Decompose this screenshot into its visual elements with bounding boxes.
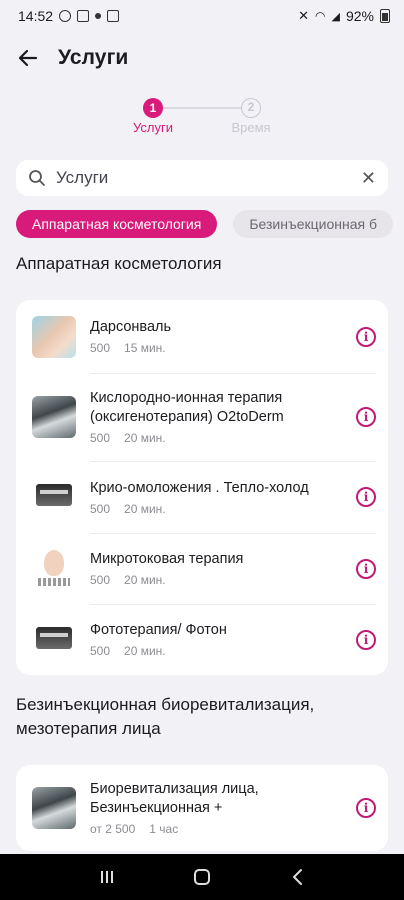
gallery-notification-icon	[77, 10, 90, 22]
step-time[interactable]: 2 Время	[211, 98, 291, 135]
signal-icon: ◢	[331, 10, 340, 23]
service-name: Дарсонваль	[90, 319, 172, 335]
list-item[interactable]: Биоревитализация лица, Безинъекционная +…	[16, 765, 388, 851]
step-number: 1	[143, 98, 163, 118]
service-price: 500	[90, 431, 111, 445]
service-name: Фототерапия/ Фотон	[90, 622, 227, 638]
category-chips: Аппаратная косметология Безинъекционная …	[0, 210, 404, 238]
service-duration: 20 мин.	[124, 644, 166, 658]
status-time: 14:52	[18, 8, 54, 24]
service-name: Биоревитализация лица, Безинъекционная +	[90, 781, 259, 816]
service-name: Крио-омоложения . Тепло-холод	[90, 479, 309, 496]
service-duration: 15 мин.	[124, 341, 166, 355]
home-button[interactable]	[182, 857, 222, 897]
list-item[interactable]: Микротоковая терапия 500 20 мин. i	[16, 533, 388, 604]
service-image	[32, 547, 76, 590]
service-duration: 20 мин.	[124, 501, 166, 516]
service-duration: 20 мин.	[124, 431, 166, 445]
page-title: Услуги	[58, 46, 129, 69]
recents-icon	[101, 871, 114, 883]
recents-button[interactable]	[87, 857, 127, 897]
search-input[interactable]: Услуги	[56, 168, 351, 188]
service-price: 500	[90, 644, 111, 658]
app-bar: Услуги	[0, 32, 404, 84]
battery-icon	[380, 9, 390, 23]
system-back-button[interactable]	[277, 857, 317, 897]
info-icon[interactable]: i	[356, 487, 376, 507]
step-number: 2	[241, 98, 261, 118]
list-item[interactable]: Фототерапия/ Фотон 500 20 мин. i	[16, 604, 388, 675]
info-icon[interactable]: i	[356, 558, 376, 579]
status-bar: 14:52 ✕ ◠ ◢ 92%	[0, 0, 404, 32]
home-icon	[193, 869, 210, 885]
service-duration: 20 мин.	[124, 573, 166, 587]
mute-icon: ✕	[298, 8, 310, 23]
service-price: 500	[90, 501, 111, 516]
step-label: Услуги	[133, 120, 173, 135]
booking-stepper: 1 Услуги 2 Время	[0, 90, 404, 150]
chip-needle-free-biorevitalization[interactable]: Безинъекционная б	[233, 210, 393, 238]
section-title: Аппаратная косметология	[16, 254, 222, 273]
service-image	[32, 315, 76, 358]
chip-hardware-cosmetology[interactable]: Аппаратная косметология	[16, 210, 218, 238]
system-navigation-bar	[0, 854, 404, 900]
list-item[interactable]: Крио-омоложения . Тепло-холод 500 20 мин…	[16, 461, 388, 533]
search-icon	[29, 170, 45, 186]
list-item[interactable]: Дарсонваль 500 15 мин. i	[16, 300, 388, 373]
wifi-icon: ◠	[315, 9, 326, 23]
clear-search-button[interactable]: ✕	[361, 168, 376, 189]
service-image	[32, 787, 76, 829]
services-card: Дарсонваль 500 15 мин. i Кислородно-ионн…	[16, 300, 388, 675]
info-icon[interactable]: i	[356, 326, 376, 347]
arrow-left-icon	[18, 49, 38, 67]
service-image	[32, 476, 76, 518]
back-button[interactable]	[14, 44, 42, 72]
step-label: Время	[231, 120, 271, 135]
service-name: Микротоковая терапия	[90, 551, 244, 567]
service-image	[32, 396, 76, 438]
app-notification-icon	[107, 10, 120, 22]
service-duration: 1 час	[149, 822, 179, 836]
list-item[interactable]: Кислородно-ионная терапия (оксигенотерап…	[16, 373, 388, 461]
whatsapp-notification-icon	[59, 10, 72, 22]
search-bar[interactable]: Услуги ✕	[16, 160, 388, 196]
info-icon[interactable]: i	[356, 629, 376, 650]
step-services[interactable]: 1 Услуги	[113, 98, 193, 135]
info-icon[interactable]: i	[356, 407, 376, 427]
service-name: Кислородно-ионная терапия (оксигенотерап…	[90, 390, 284, 425]
service-price: 500	[90, 573, 111, 587]
info-icon[interactable]: i	[356, 798, 376, 818]
service-image	[32, 618, 76, 661]
service-price: от 2 500	[90, 822, 136, 836]
services-card: Биоревитализация лица, Безинъекционная +…	[16, 765, 388, 851]
section-title: Безинъекционная биоревитализация, мезоте…	[16, 695, 315, 738]
dot-notification-icon	[95, 13, 102, 19]
chevron-left-icon	[292, 869, 302, 885]
battery-percent: 92%	[345, 8, 374, 24]
service-price: 500	[90, 341, 111, 355]
